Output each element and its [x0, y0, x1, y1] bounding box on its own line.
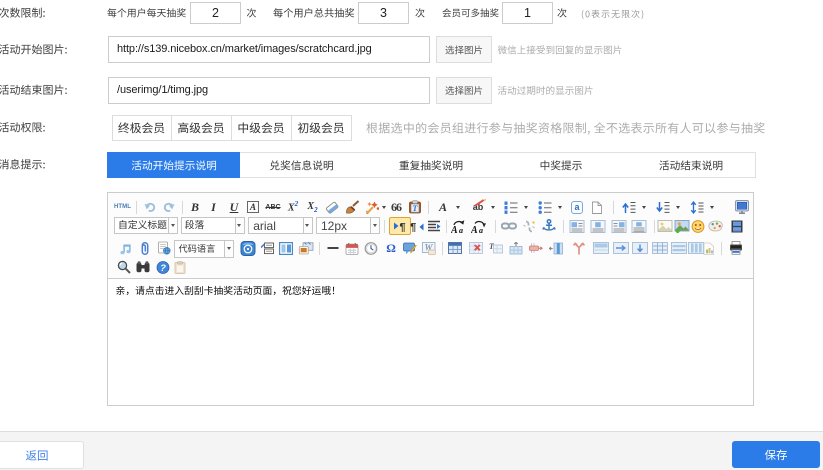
- svg-text:¶: ¶: [410, 222, 416, 233]
- svg-text:A: A: [471, 225, 478, 234]
- svg-text:a: a: [479, 226, 483, 234]
- svg-text:¶: ¶: [399, 221, 405, 232]
- svg-text:a: a: [459, 226, 463, 234]
- svg-text:A: A: [451, 225, 458, 234]
- svg-text:?: ?: [160, 262, 166, 273]
